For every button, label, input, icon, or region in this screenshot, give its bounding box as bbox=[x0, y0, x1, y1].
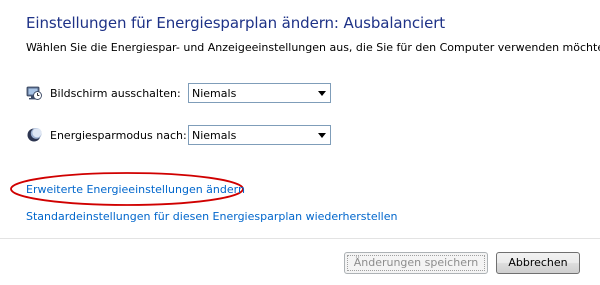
page-title: Einstellungen für Energiesparplan ändern… bbox=[26, 14, 446, 32]
sleep-after-value: Niemals bbox=[192, 129, 237, 142]
divider bbox=[0, 238, 600, 239]
moon-icon bbox=[26, 127, 42, 143]
save-button-label: Änderungen speichern bbox=[353, 256, 479, 269]
page-subtitle: Wählen Sie die Energiespar- und Anzeigee… bbox=[26, 41, 600, 54]
restore-defaults-link[interactable]: Standardeinstellungen für diesen Energie… bbox=[26, 210, 397, 223]
cancel-button[interactable]: Abbrechen bbox=[496, 252, 580, 274]
chevron-down-icon bbox=[318, 133, 326, 138]
display-off-select[interactable]: Niemals bbox=[188, 83, 331, 103]
cancel-button-label: Abbrechen bbox=[508, 256, 568, 269]
sleep-after-select[interactable]: Niemals bbox=[188, 125, 331, 145]
display-off-value: Niemals bbox=[192, 87, 237, 100]
sleep-after-label: Energiesparmodus nach: bbox=[50, 129, 187, 142]
monitor-clock-icon bbox=[26, 85, 42, 101]
display-off-label: Bildschirm ausschalten: bbox=[50, 87, 181, 100]
save-button[interactable]: Änderungen speichern bbox=[344, 252, 488, 274]
chevron-down-icon bbox=[318, 91, 326, 96]
advanced-settings-link[interactable]: Erweiterte Energieeinstellungen ändern bbox=[26, 183, 245, 196]
